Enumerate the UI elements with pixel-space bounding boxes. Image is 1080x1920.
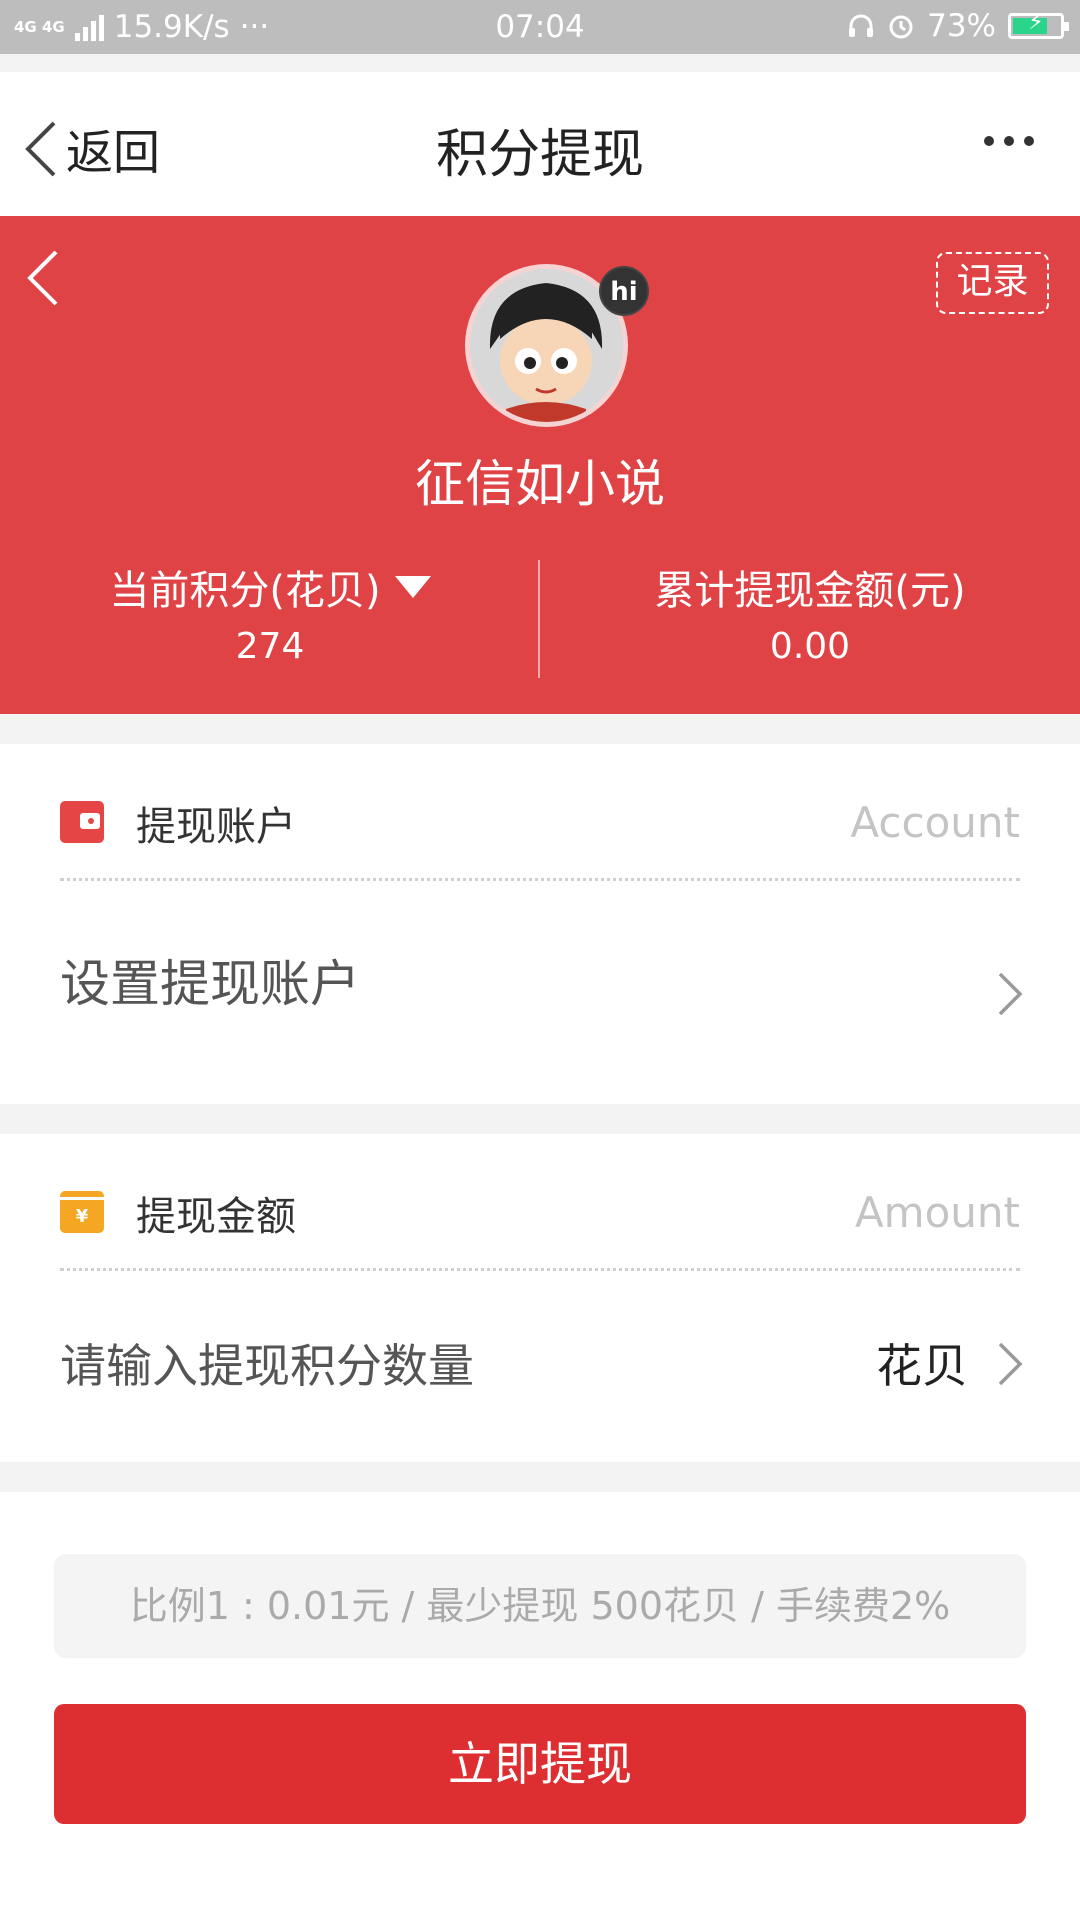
- total-stat: 累计提现金额(元) 0.00: [540, 558, 1080, 667]
- amount-unit: 花贝: [876, 1339, 968, 1393]
- total-label: 累计提现金额(元): [654, 568, 966, 614]
- wallet-icon: [60, 801, 104, 843]
- set-account-row[interactable]: 设置提现账户: [60, 944, 360, 1016]
- points-value: 274: [235, 626, 305, 667]
- account-card: 提现账户 Account 设置提现账户: [0, 744, 1080, 1104]
- nav-bar: 返回 积分提现: [0, 72, 1080, 216]
- amount-card: ¥ 提现金额 Amount 请输入提现积分数量 花贝: [0, 1134, 1080, 1462]
- total-value: 0.00: [769, 626, 851, 667]
- hi-badge: hi: [599, 266, 649, 316]
- chevron-right-icon[interactable]: [996, 970, 1024, 1018]
- page-title: 积分提现: [435, 125, 644, 185]
- account-title: 提现账户: [136, 804, 296, 850]
- status-bar: 4G 4G 15.9K/s ··· 07:04 73% ⚡: [0, 0, 1080, 54]
- battery-percent: 73%: [927, 8, 996, 44]
- points-stat[interactable]: 当前积分(花贝) 274: [0, 558, 540, 667]
- points-label: 当前积分(花贝): [109, 568, 381, 614]
- amount-title: 提现金额: [136, 1194, 296, 1240]
- withdraw-button[interactable]: 立即提现: [54, 1704, 1026, 1824]
- dropdown-triangle-icon: [394, 576, 431, 598]
- battery-icon: ⚡: [1008, 10, 1069, 39]
- amount-input[interactable]: 请输入提现积分数量: [60, 1330, 474, 1396]
- record-button[interactable]: 记录: [936, 252, 1049, 314]
- username: 征信如小说: [415, 455, 665, 513]
- account-hint: Account: [850, 798, 1020, 847]
- more-button[interactable]: [984, 136, 1034, 146]
- profile-header: 记录 hi 征信如小说 当前积分(花贝) 274 累计提现金额(元) 0.00: [0, 216, 1080, 714]
- alarm-icon: [889, 15, 913, 39]
- headset-icon: [849, 14, 874, 37]
- amount-header: ¥ 提现金额 Amount: [60, 1134, 1020, 1271]
- hero-back-icon[interactable]: [26, 250, 60, 306]
- amount-hint: Amount: [854, 1188, 1020, 1237]
- ratio-info: 比例1 : 0.01元 / 最少提现 500花贝 / 手续费2%: [54, 1554, 1026, 1658]
- account-header: 提现账户 Account: [60, 744, 1020, 881]
- chevron-right-icon[interactable]: [996, 1340, 1024, 1388]
- money-icon: ¥: [60, 1191, 104, 1233]
